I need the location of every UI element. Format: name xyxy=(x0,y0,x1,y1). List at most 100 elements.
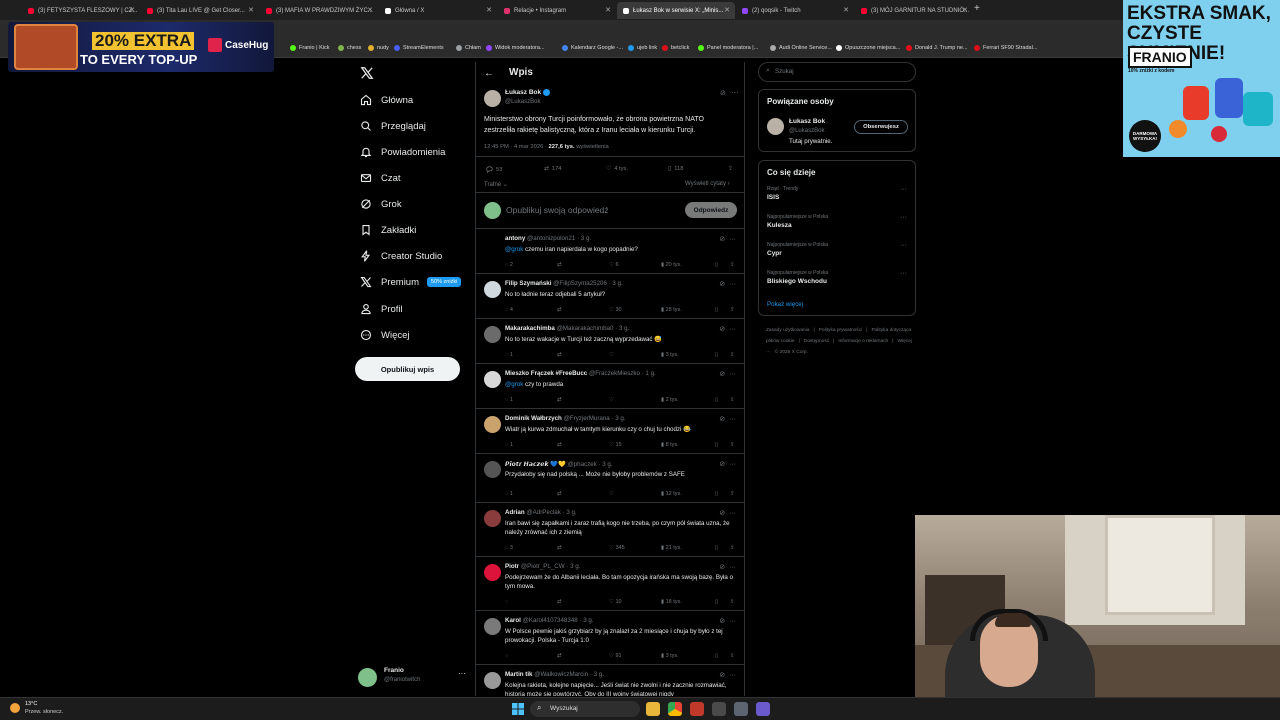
avatar[interactable] xyxy=(484,416,501,433)
reply-menu[interactable]: ⊘ ··· xyxy=(719,509,736,517)
app-icon[interactable] xyxy=(690,702,704,716)
weather-desc[interactable]: Przew. słonecz. xyxy=(25,709,63,715)
reply-item[interactable]: Martin tik @WalkowiczMarcin · 3 g. ⊘ ··· K… xyxy=(476,664,744,696)
reply-button[interactable]: ◌ 1 xyxy=(505,491,513,497)
reply-item[interactable]: Filip Szymański @FilipSzyma25206 · 3 g. ⊘… xyxy=(476,273,744,318)
browser-tab[interactable]: (3) FETYSZYSTA FLESZOWY | CZ... ✕ xyxy=(22,2,140,19)
bookmark-icon[interactable]: ▯ xyxy=(715,352,718,358)
nav-item-zakładki[interactable]: Zakładki xyxy=(360,224,416,236)
reply-menu[interactable]: ⊘ ··· xyxy=(719,460,736,468)
avatar[interactable] xyxy=(484,90,501,107)
avatar[interactable] xyxy=(484,236,501,253)
browser-tab[interactable]: Łukasz Bok w serwisie X: „Minis... ✕ xyxy=(617,2,735,19)
like-button[interactable]: ♡ 345 xyxy=(609,545,625,551)
views-button[interactable]: ▮ 8 tys. xyxy=(661,442,679,448)
file-explorer-icon[interactable] xyxy=(646,702,660,716)
more-icon[interactable]: ··· xyxy=(731,88,739,97)
follow-button[interactable]: Obserwujesz xyxy=(854,120,908,134)
reply-menu[interactable]: ⊘ ··· xyxy=(719,235,736,243)
reply-submit-button[interactable]: Odpowiedz xyxy=(685,202,737,218)
reply-author[interactable]: Martin tik @WalkowiczMarcin · 3 g. xyxy=(505,671,604,678)
avatar[interactable] xyxy=(484,281,501,298)
repost-button[interactable]: ⇄ xyxy=(557,352,563,358)
avatar[interactable] xyxy=(484,672,501,689)
more-icon[interactable]: ··· xyxy=(900,214,907,221)
avatar[interactable] xyxy=(484,371,501,388)
nav-item-premium[interactable]: Premium 50% zniżki xyxy=(360,276,462,288)
reply-button[interactable]: ◌ 1 xyxy=(505,397,513,403)
close-icon[interactable]: ✕ xyxy=(605,6,611,14)
bookmark-item[interactable]: Ferrari SF90 Stradal... xyxy=(974,45,1037,51)
bookmark-item[interactable]: Chłam xyxy=(456,45,481,51)
reply-author[interactable]: Filip Szymański @FilipSzyma25206 · 3 g. xyxy=(505,280,623,287)
more-icon[interactable]: ··· xyxy=(900,242,907,249)
close-icon[interactable]: ✕ xyxy=(367,6,373,14)
nav-item-grok[interactable]: Grok xyxy=(360,198,402,210)
views-button[interactable]: ▮ 12 tys. xyxy=(661,491,682,497)
repost-button[interactable]: ⇄ xyxy=(557,491,563,497)
nav-item-główna[interactable]: Główna xyxy=(360,94,413,106)
bookmark-item[interactable]: Franio | Kick xyxy=(290,45,329,51)
views-button[interactable]: ▮ 21 tys. xyxy=(661,545,682,551)
like-button[interactable]: ♡ 15 xyxy=(609,442,622,448)
discord-icon[interactable] xyxy=(756,702,770,716)
footer-link[interactable]: © 2026 X Corp. xyxy=(775,350,808,355)
reply-button[interactable]: ◌ xyxy=(505,653,510,659)
avatar[interactable] xyxy=(484,326,501,343)
like-button[interactable]: ♡ xyxy=(609,397,615,403)
reply-button[interactable]: ◌ 4 xyxy=(505,307,513,313)
post-button[interactable]: Opublikuj wpis xyxy=(355,357,460,381)
views-button[interactable]: ▮ 28 tys. xyxy=(661,307,682,313)
bookmark-icon[interactable]: ▯ xyxy=(715,307,718,313)
bookmark-item[interactable]: Audi Online Service... xyxy=(770,45,832,51)
avatar[interactable] xyxy=(484,461,501,478)
more-icon[interactable]: ··· xyxy=(900,186,907,193)
trend-item[interactable]: Najpopularniejsze w Polska Kulesza xyxy=(767,214,828,229)
reply-button[interactable]: ◌ 3 xyxy=(505,545,513,551)
bookmark-item[interactable]: Kalendarz Google -... xyxy=(562,45,623,51)
bookmark-icon[interactable]: ▯ xyxy=(715,653,718,659)
reply-button[interactable]: ◌ 1 xyxy=(505,352,513,358)
search-input[interactable]: ⌕ Szukaj xyxy=(758,62,916,82)
nav-item-creator-studio[interactable]: Creator Studio xyxy=(360,250,442,262)
repost-button[interactable]: ⇄ xyxy=(557,653,563,659)
nav-item-profil[interactable]: Profil xyxy=(360,303,403,315)
weather-icon[interactable] xyxy=(10,703,20,713)
views-button[interactable]: ▮ 18 tys. xyxy=(661,599,682,605)
like-button[interactable]: ♡ 30 xyxy=(609,307,622,313)
bookmark-item[interactable]: StreamElements xyxy=(394,45,444,51)
account-switcher[interactable]: Franio @franiotwitch ··· xyxy=(358,666,468,690)
close-icon[interactable]: ✕ xyxy=(129,6,135,14)
reply-button[interactable]: ◌ 1 xyxy=(505,442,513,448)
reply-item[interactable]: Makarakachimba @Makarakachimba0 · 3 g. ⊘ … xyxy=(476,318,744,363)
share-icon[interactable]: ⇪ xyxy=(728,166,733,172)
nav-item-czat[interactable]: Czat xyxy=(360,172,401,184)
like-button[interactable]: ♡ 6 xyxy=(609,262,619,268)
close-icon[interactable]: ✕ xyxy=(843,6,849,14)
person-name[interactable]: Łukasz Bok xyxy=(789,118,825,125)
quotes-link[interactable]: Wyświetl cytaty › xyxy=(685,181,730,187)
bookmark-icon[interactable]: ▯ xyxy=(715,599,718,605)
views-button[interactable]: ▮ 3 tys. xyxy=(661,653,679,659)
reply-menu[interactable]: ⊘ ··· xyxy=(719,325,736,333)
like-button[interactable]: ♡ xyxy=(609,352,615,358)
repost-button[interactable]: ⇄ xyxy=(557,599,563,605)
taskbar-search[interactable]: ⌕ Wyszukaj xyxy=(530,701,640,717)
share-icon[interactable]: ⇪ xyxy=(730,352,735,358)
share-icon[interactable]: ⇪ xyxy=(730,545,735,551)
avatar[interactable] xyxy=(767,118,784,135)
bookmark-button[interactable]: ▯ 118 xyxy=(668,166,683,172)
reply-author[interactable]: 𝙋𝙞𝙤𝙩𝙧 𝙃𝙖𝙘𝙯𝙚𝙠 💙💛 @phaczek · 3 g. xyxy=(505,460,613,468)
bookmark-item[interactable]: nudy xyxy=(368,45,389,51)
reply-menu[interactable]: ⊘ ··· xyxy=(719,671,736,679)
close-icon[interactable]: ✕ xyxy=(248,6,254,14)
chrome-icon[interactable] xyxy=(668,702,682,716)
show-more-link[interactable]: Pokaż więcej xyxy=(767,301,803,308)
reply-item[interactable]: Adrian @AdrPeclak · 3 g. ⊘ ··· Iran bawi s… xyxy=(476,502,744,556)
reply-button[interactable]: 53 xyxy=(486,166,502,173)
new-tab-button[interactable]: + xyxy=(974,3,980,14)
nav-item-więcej[interactable]: Więcej xyxy=(360,329,410,341)
views-button[interactable]: ▮ 20 tys. xyxy=(661,262,682,268)
bookmark-item[interactable]: Opuszczone miejsca... xyxy=(836,45,900,51)
reply-author[interactable]: Dominik Wałbrzych @FryzjerMurana · 3 g. xyxy=(505,415,626,422)
